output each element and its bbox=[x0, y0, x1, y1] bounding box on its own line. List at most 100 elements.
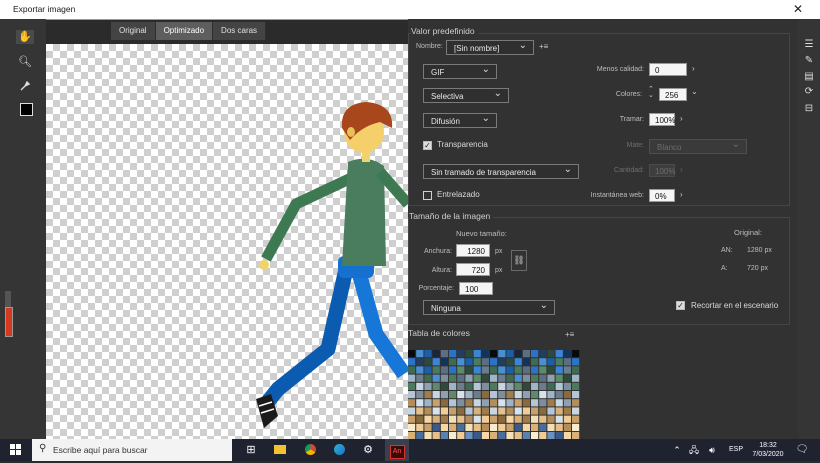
color-cell[interactable] bbox=[473, 407, 481, 415]
color-cell[interactable] bbox=[514, 366, 522, 374]
color-cell[interactable] bbox=[498, 423, 506, 431]
tab-original[interactable]: Original bbox=[111, 22, 156, 40]
color-cell[interactable] bbox=[547, 366, 555, 374]
transparency-dither-dropdown[interactable]: Sin tramado de transparencia bbox=[423, 162, 579, 179]
color-cell[interactable] bbox=[506, 350, 514, 358]
color-cell[interactable] bbox=[498, 366, 506, 374]
lossy-input[interactable]: 0 bbox=[649, 63, 687, 76]
height-input[interactable]: 720 bbox=[456, 263, 490, 276]
color-cell[interactable] bbox=[531, 374, 539, 382]
color-cell[interactable] bbox=[539, 399, 547, 407]
color-cell[interactable] bbox=[465, 382, 473, 390]
color-cell[interactable] bbox=[490, 407, 498, 415]
color-cell[interactable] bbox=[490, 399, 498, 407]
color-reduction-dropdown[interactable]: Selectiva bbox=[423, 86, 509, 103]
color-cell[interactable] bbox=[473, 382, 481, 390]
color-cell[interactable] bbox=[514, 399, 522, 407]
color-cell[interactable] bbox=[506, 382, 514, 390]
color-cell[interactable] bbox=[572, 407, 580, 415]
color-cell[interactable] bbox=[547, 415, 555, 423]
color-cell[interactable] bbox=[522, 399, 530, 407]
color-cell[interactable] bbox=[457, 374, 465, 382]
color-cell[interactable] bbox=[481, 423, 489, 431]
clip-to-stage-checkbox[interactable]: ✓ bbox=[676, 301, 685, 310]
color-cell[interactable] bbox=[531, 399, 539, 407]
color-cell[interactable] bbox=[440, 415, 448, 423]
color-cell[interactable] bbox=[481, 382, 489, 390]
color-cell[interactable] bbox=[555, 415, 563, 423]
color-cell[interactable] bbox=[555, 366, 563, 374]
color-cell[interactable] bbox=[449, 350, 457, 358]
color-cell[interactable] bbox=[572, 399, 580, 407]
color-cell[interactable] bbox=[408, 382, 416, 390]
colors-input[interactable]: 256 bbox=[659, 88, 687, 101]
color-cell[interactable] bbox=[449, 391, 457, 399]
color-cell[interactable] bbox=[457, 407, 465, 415]
color-cell[interactable] bbox=[449, 432, 457, 440]
windows-start-icon[interactable] bbox=[8, 439, 22, 461]
color-cell[interactable] bbox=[432, 415, 440, 423]
color-cell[interactable] bbox=[531, 382, 539, 390]
color-cell[interactable] bbox=[424, 382, 432, 390]
color-cell[interactable] bbox=[572, 423, 580, 431]
color-cell[interactable] bbox=[555, 399, 563, 407]
percent-input[interactable]: 100 bbox=[459, 282, 493, 295]
color-cell[interactable] bbox=[539, 415, 547, 423]
color-cell[interactable] bbox=[465, 399, 473, 407]
color-cell[interactable] bbox=[481, 407, 489, 415]
color-cell[interactable] bbox=[514, 358, 522, 366]
color-cell[interactable] bbox=[473, 399, 481, 407]
color-cell[interactable] bbox=[408, 415, 416, 423]
color-cell[interactable] bbox=[572, 432, 580, 440]
color-cell[interactable] bbox=[416, 366, 424, 374]
color-cell[interactable] bbox=[563, 399, 571, 407]
color-cell[interactable] bbox=[506, 415, 514, 423]
color-cell[interactable] bbox=[547, 358, 555, 366]
color-cell[interactable] bbox=[514, 407, 522, 415]
color-cell[interactable] bbox=[563, 350, 571, 358]
transform-icon[interactable]: ⟳ bbox=[803, 86, 815, 98]
color-cell[interactable] bbox=[440, 358, 448, 366]
color-cell[interactable] bbox=[539, 391, 547, 399]
eyedropper-icon[interactable] bbox=[18, 80, 32, 94]
color-cell[interactable] bbox=[481, 432, 489, 440]
preset-menu-icon[interactable]: +≡ bbox=[539, 42, 548, 51]
color-cell[interactable] bbox=[547, 432, 555, 440]
color-swatch[interactable] bbox=[20, 103, 33, 116]
color-cell[interactable] bbox=[424, 432, 432, 440]
color-cell[interactable] bbox=[465, 391, 473, 399]
color-cell[interactable] bbox=[506, 423, 514, 431]
color-cell[interactable] bbox=[555, 391, 563, 399]
color-cell[interactable] bbox=[555, 407, 563, 415]
color-cell[interactable] bbox=[547, 374, 555, 382]
color-cell[interactable] bbox=[490, 432, 498, 440]
color-cell[interactable] bbox=[449, 366, 457, 374]
color-cell[interactable] bbox=[522, 350, 530, 358]
color-cell[interactable] bbox=[449, 382, 457, 390]
color-cell[interactable] bbox=[563, 423, 571, 431]
color-cell[interactable] bbox=[408, 407, 416, 415]
color-cell[interactable] bbox=[473, 415, 481, 423]
color-cell[interactable] bbox=[539, 432, 547, 440]
color-cell[interactable] bbox=[522, 382, 530, 390]
color-cell[interactable] bbox=[572, 350, 580, 358]
hand-icon[interactable]: ✋ bbox=[16, 30, 34, 44]
color-cell[interactable] bbox=[522, 358, 530, 366]
task-view-icon[interactable]: ⊞ bbox=[240, 439, 262, 461]
tab-two-up[interactable]: Dos caras bbox=[213, 22, 267, 40]
color-cell[interactable] bbox=[424, 391, 432, 399]
color-cell[interactable] bbox=[465, 407, 473, 415]
color-cell[interactable] bbox=[481, 358, 489, 366]
color-cell[interactable] bbox=[432, 407, 440, 415]
color-cell[interactable] bbox=[440, 350, 448, 358]
dither-amount-input[interactable]: 100% bbox=[649, 113, 675, 126]
color-cell[interactable] bbox=[416, 374, 424, 382]
color-cell[interactable] bbox=[506, 358, 514, 366]
color-cell[interactable] bbox=[408, 423, 416, 431]
color-table-menu-icon[interactable]: +≡ bbox=[565, 330, 574, 339]
color-cell[interactable] bbox=[457, 391, 465, 399]
color-cell[interactable] bbox=[440, 399, 448, 407]
tab-optimized[interactable]: Optimizado bbox=[155, 22, 214, 40]
libraries-icon[interactable]: ▤ bbox=[803, 71, 815, 83]
color-cell[interactable] bbox=[449, 374, 457, 382]
